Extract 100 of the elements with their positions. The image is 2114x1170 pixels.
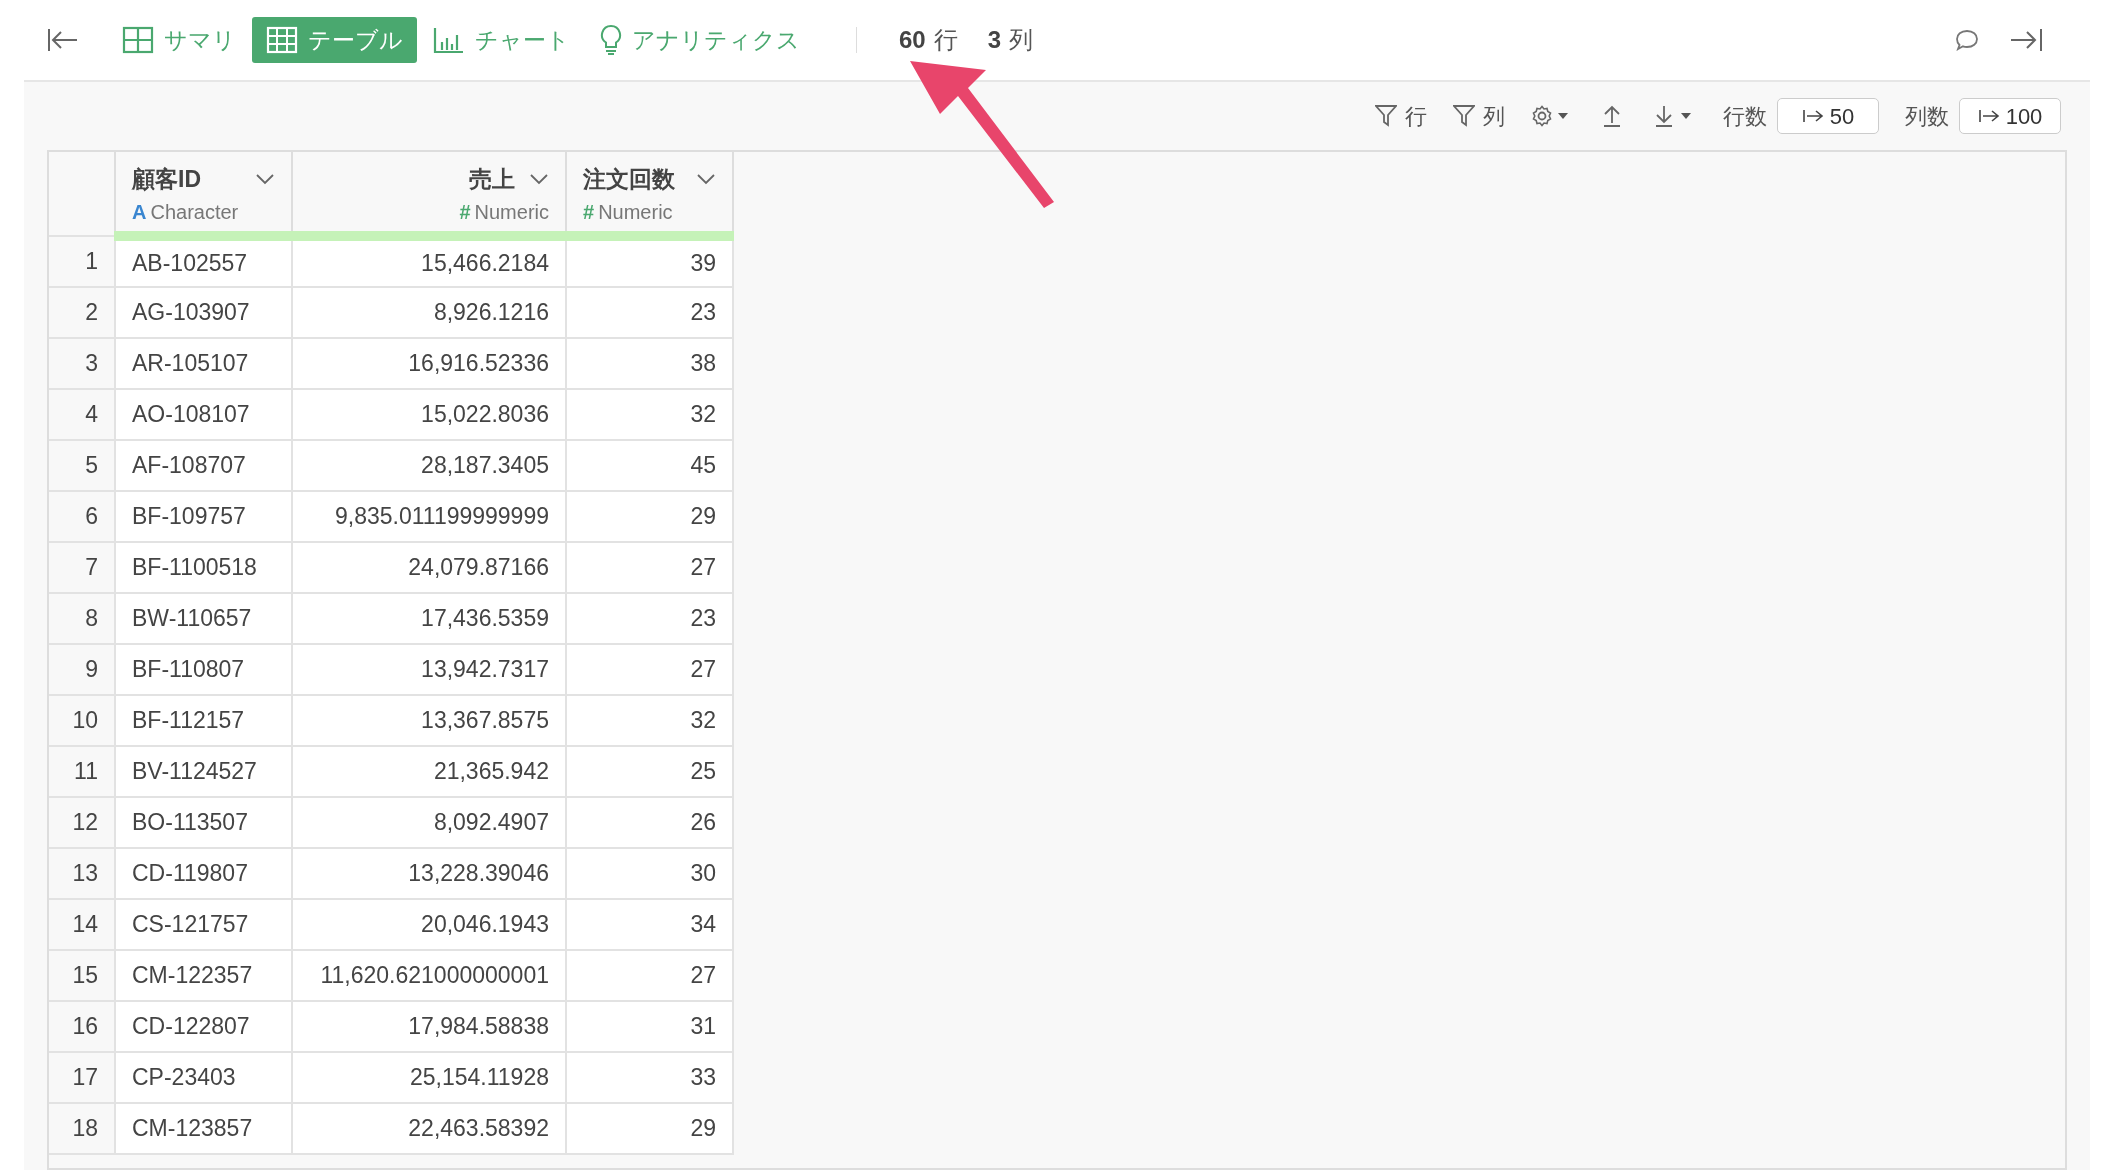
table-cell: 20,046.1943 — [292, 898, 566, 950]
table-cell: 27 — [566, 643, 733, 695]
column-filter-button[interactable]: 列 — [1453, 99, 1505, 133]
table-cell: 16,916.52336 — [292, 337, 566, 389]
table-cell: 17,984.58838 — [292, 1000, 566, 1052]
table-cell: AO-108107 — [115, 388, 292, 440]
row-number: 1 — [49, 235, 115, 287]
column-type: Numeric — [598, 199, 673, 225]
table-cell: 29 — [566, 490, 733, 542]
grid-icon — [122, 26, 154, 54]
dropdown-icon[interactable] — [255, 173, 275, 186]
table-cell: 29 — [566, 1102, 733, 1154]
table-cell: 9,835.011199999999 — [292, 490, 566, 542]
dropdown-icon[interactable] — [529, 173, 549, 186]
table-cell: CS-121757 — [115, 898, 292, 950]
filter-icon — [1375, 104, 1397, 128]
table-cell: 33 — [566, 1051, 733, 1103]
limit-arrow-icon — [1977, 108, 2000, 124]
table-cell: 23 — [566, 286, 733, 338]
row-filter-button[interactable]: 行 — [1375, 99, 1427, 133]
table-cell: 34 — [566, 898, 733, 950]
column-header[interactable]: 顧客ID A Character — [116, 152, 291, 231]
table-cell: BF-109757 — [115, 490, 292, 542]
count-unit: 行 — [933, 25, 958, 55]
dropdown-icon[interactable] — [696, 173, 716, 186]
table-icon — [266, 26, 298, 54]
filter-icon — [1453, 104, 1475, 128]
count-number: 3 — [987, 25, 1002, 55]
table-cell: 27 — [566, 541, 733, 593]
table-cell: 31 — [566, 1000, 733, 1052]
table-cell: BW-110657 — [115, 592, 292, 644]
table-cell: BF-1100518 — [115, 541, 292, 593]
row-number: 3 — [49, 337, 115, 389]
table-cell: 13,942.7317 — [292, 643, 566, 695]
table-cell: 26 — [566, 796, 733, 848]
table-cell: 17,436.5359 — [292, 592, 566, 644]
row-limit-label: 行数 — [1723, 102, 1767, 131]
column-type: Numeric — [474, 199, 549, 225]
table-cell: 23 — [566, 592, 733, 644]
row-number: 14 — [49, 898, 115, 950]
count-number: 60 — [899, 25, 926, 55]
count-unit: 列 — [1009, 25, 1034, 55]
column-name: 顧客ID — [132, 165, 201, 194]
table-cell: 28,187.3405 — [292, 439, 566, 491]
table-cell: 32 — [566, 694, 733, 746]
table-cell: 32 — [566, 388, 733, 440]
row-number: 15 — [49, 949, 115, 1001]
row-number: 10 — [49, 694, 115, 746]
table-cell: CD-119807 — [115, 847, 292, 899]
row-number: 13 — [49, 847, 115, 899]
row-number: 2 — [49, 286, 115, 338]
row-limit-field[interactable]: 50 — [1777, 98, 1879, 134]
table-cell: CP-23403 — [115, 1051, 292, 1103]
table-cell: 11,620.621000000001 — [292, 949, 566, 1001]
column-name: 注文回数 — [583, 165, 675, 194]
column-limit-field[interactable]: 100 — [1959, 98, 2061, 134]
table-cell: BV-1124527 — [115, 745, 292, 797]
table-cell: CM-122357 — [115, 949, 292, 1001]
table-cell: 13,228.39046 — [292, 847, 566, 899]
bar-chart-icon — [433, 26, 465, 54]
table-cell: 13,367.8575 — [292, 694, 566, 746]
table-cell: CD-122807 — [115, 1000, 292, 1052]
table-cell: 15,022.8036 — [292, 388, 566, 440]
row-number: 6 — [49, 490, 115, 542]
row-number: 16 — [49, 1000, 115, 1052]
type-mark: # — [583, 199, 595, 225]
row-number: 11 — [49, 745, 115, 797]
row-number: 7 — [49, 541, 115, 593]
column-limit-label: 列数 — [1905, 102, 1949, 131]
table-cell: 25 — [566, 745, 733, 797]
limit-arrow-icon — [1801, 108, 1824, 124]
row-number: 4 — [49, 388, 115, 440]
column-header[interactable]: 注文回数 # Numeric — [567, 152, 732, 231]
table-cell: AR-105107 — [115, 337, 292, 389]
lightbulb-icon — [600, 24, 622, 56]
row-number: 5 — [49, 439, 115, 491]
table-cell: 21,365.942 — [292, 745, 566, 797]
table-cell: BF-110807 — [115, 643, 292, 695]
table-cell: 8,092.4907 — [292, 796, 566, 848]
type-mark: A — [132, 199, 147, 225]
table-cell: 45 — [566, 439, 733, 491]
table-cell: 8,926.1216 — [292, 286, 566, 338]
column-name: 売上 — [469, 165, 515, 194]
table-cell: BO-113507 — [115, 796, 292, 848]
type-mark: # — [459, 199, 471, 225]
table-cell: 30 — [566, 847, 733, 899]
row-number: 8 — [49, 592, 115, 644]
column-type: Character — [150, 199, 239, 225]
table-cell: 38 — [566, 337, 733, 389]
table-cell: 25,154.11928 — [292, 1051, 566, 1103]
table-cell: 24,079.87166 — [292, 541, 566, 593]
row-number: 9 — [49, 643, 115, 695]
table-cell: BF-112157 — [115, 694, 292, 746]
column-header[interactable]: 売上 # Numeric — [293, 152, 565, 231]
table-cell: AF-108707 — [115, 439, 292, 491]
table-cell: CM-123857 — [115, 1102, 292, 1154]
row-number: 12 — [49, 796, 115, 848]
table-cell: 27 — [566, 949, 733, 1001]
row-number: 17 — [49, 1051, 115, 1103]
settings-button[interactable] — [1531, 104, 1571, 128]
